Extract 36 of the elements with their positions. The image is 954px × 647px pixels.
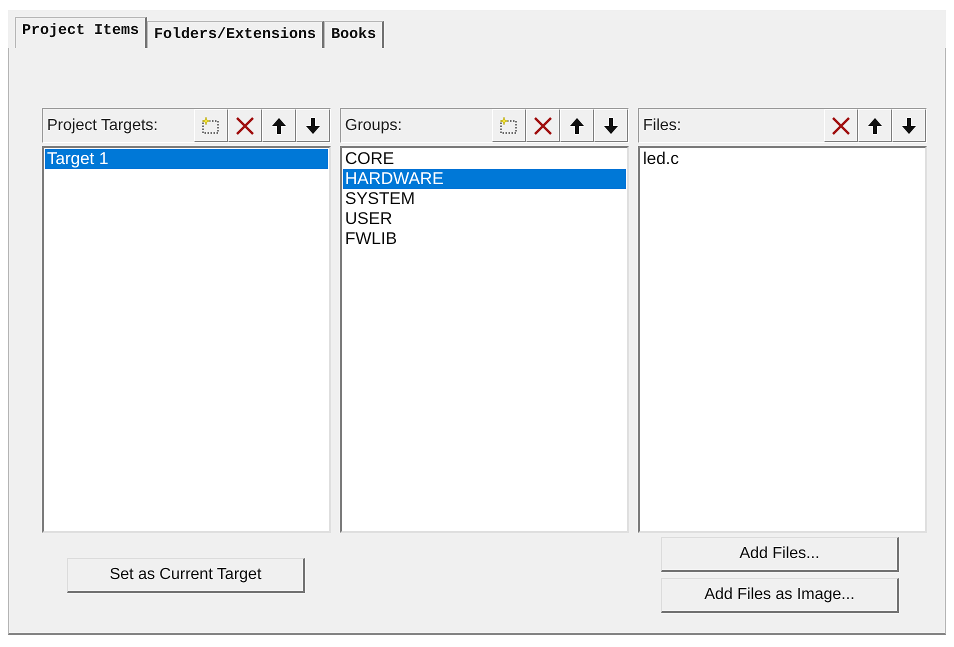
add-files-button[interactable]: Add Files... <box>661 537 899 572</box>
arrow-down-icon-button[interactable] <box>296 109 330 142</box>
arrow-up-icon-button[interactable] <box>560 109 594 142</box>
arrow-down-icon <box>900 116 918 136</box>
new-item-icon-button[interactable] <box>492 109 526 142</box>
list-item[interactable]: led.c <box>641 149 924 169</box>
arrow-up-icon <box>866 116 884 136</box>
tab[interactable]: Folders/Extensions <box>147 21 324 48</box>
add-files-button[interactable]: Add Files as Image... <box>661 578 899 613</box>
delete-icon-button[interactable] <box>526 109 560 142</box>
tab[interactable]: Books <box>324 21 384 48</box>
panel-title: Project Targets: <box>47 116 158 134</box>
delete-icon-button[interactable] <box>228 109 262 142</box>
delete-icon-button[interactable] <box>824 109 858 142</box>
list-item[interactable]: USER <box>343 209 626 229</box>
arrow-down-icon-button[interactable] <box>892 109 926 142</box>
list-item[interactable]: SYSTEM <box>343 189 626 209</box>
arrow-up-icon-button[interactable] <box>858 109 892 142</box>
arrow-up-icon-button[interactable] <box>262 109 296 142</box>
arrow-up-icon <box>270 116 288 136</box>
arrow-down-icon <box>304 116 322 136</box>
delete-icon <box>830 116 852 136</box>
delete-icon <box>234 116 256 136</box>
panel-title: Groups: <box>345 116 402 134</box>
delete-icon <box>532 116 554 136</box>
panel-title: Files: <box>643 116 682 134</box>
list-item[interactable]: FWLIB <box>343 229 626 249</box>
list-item[interactable]: CORE <box>343 149 626 169</box>
list-item[interactable]: Target 1 <box>45 149 328 169</box>
arrow-down-icon-button[interactable] <box>594 109 628 142</box>
list-item[interactable]: HARDWARE <box>343 169 626 189</box>
tab[interactable]: Project Items <box>15 17 148 48</box>
set-target-button[interactable]: Set as Current Target <box>67 558 305 593</box>
arrow-up-icon <box>568 116 586 136</box>
arrow-down-icon <box>602 116 620 136</box>
new-item-icon-button[interactable] <box>194 109 228 142</box>
